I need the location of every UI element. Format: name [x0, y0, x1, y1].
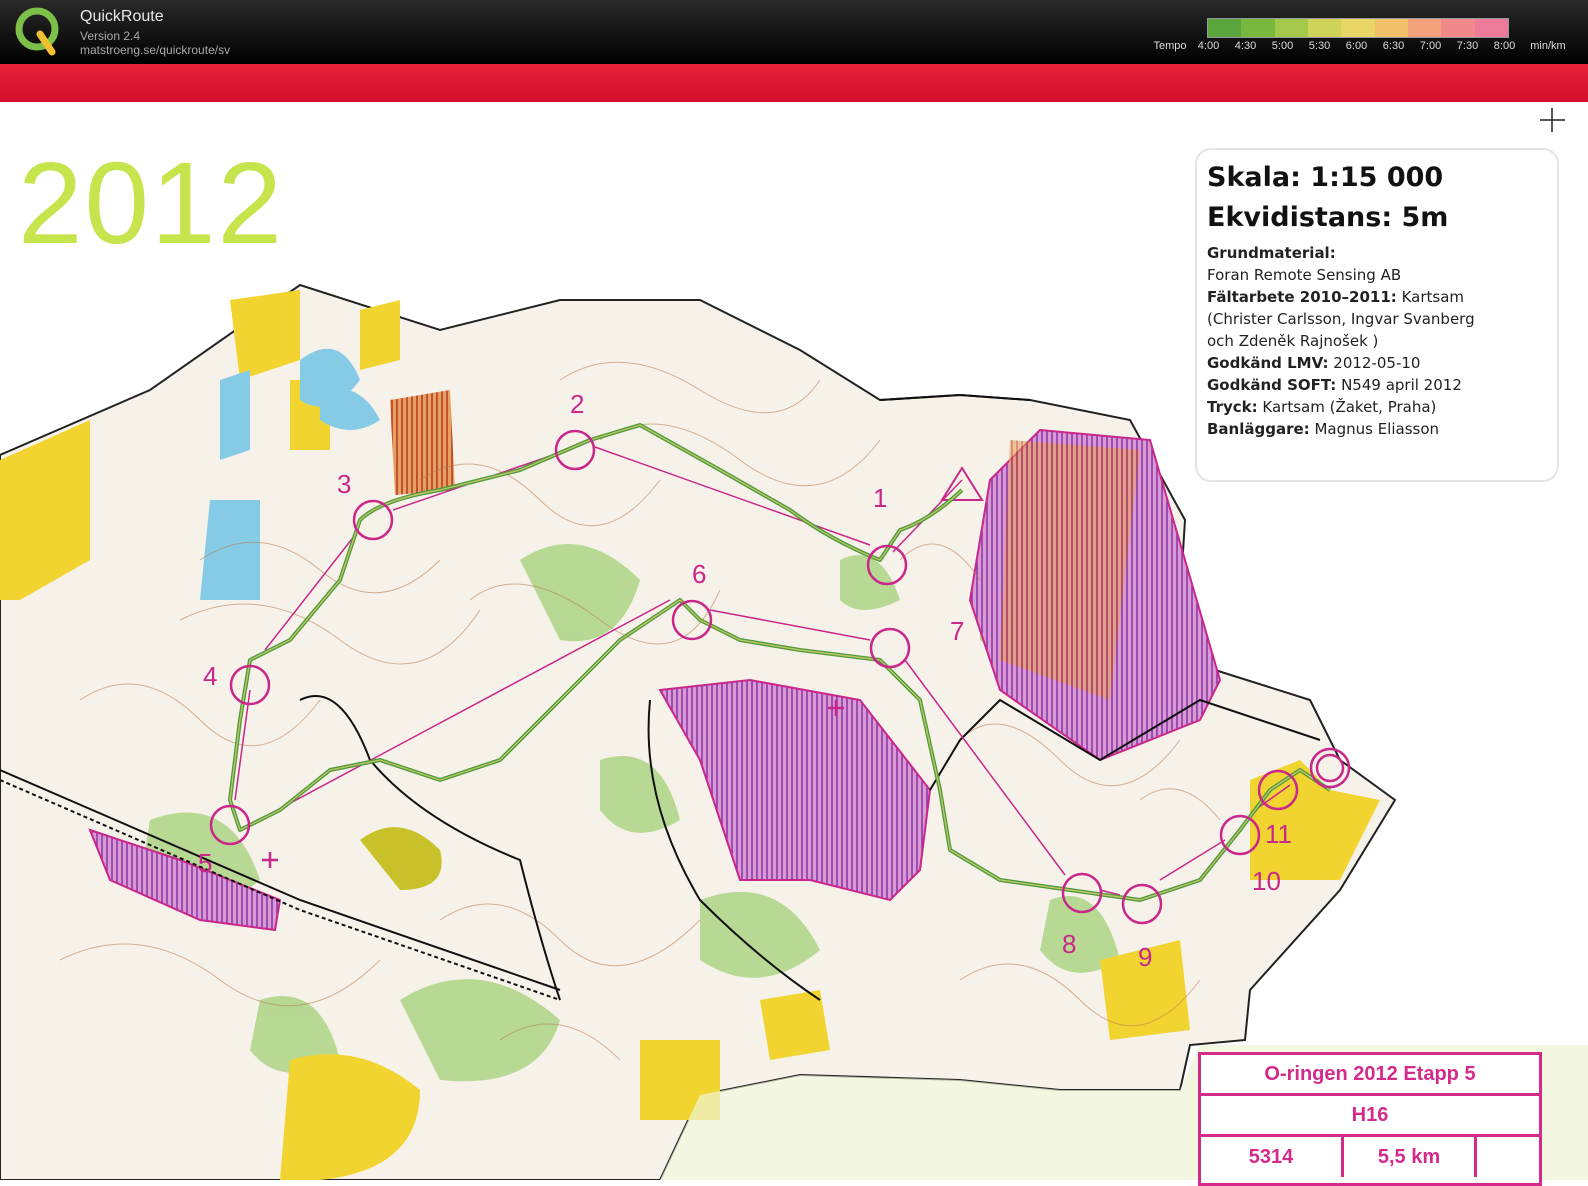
quickroute-logo-icon — [15, 7, 59, 56]
legend-line: Tryck: Kartsam (Žaket, Praha) — [1207, 398, 1437, 416]
control-number-6: 6 — [692, 559, 706, 589]
control-number-5: 5 — [198, 848, 212, 878]
legend-line: (Christer Carlsson, Ingvar Svanberg — [1207, 310, 1475, 328]
event-code: 5314 — [1201, 1137, 1344, 1177]
control-number-3: 3 — [337, 469, 351, 499]
control-number-9: 9 — [1138, 942, 1152, 972]
event-class: H16 — [1201, 1096, 1539, 1137]
tempo-color-swatch — [1341, 19, 1375, 37]
control-number-11: 11 — [1265, 819, 1292, 849]
tempo-label: Tempo — [1153, 40, 1187, 52]
control-number-8: 8 — [1062, 929, 1076, 959]
tempo-color-swatch — [1208, 19, 1242, 37]
tempo-unit: min/km — [1530, 40, 1566, 52]
tempo-tick: 6:00 — [1345, 40, 1368, 52]
tempo-color-swatch — [1374, 19, 1408, 37]
legend-line: Fältarbete 2010–2011: Kartsam — [1207, 288, 1464, 306]
tempo-color-swatch — [1407, 19, 1442, 37]
tempo-color-swatch — [1307, 19, 1342, 37]
control-number-10: 10 — [1252, 866, 1281, 896]
tempo-color-swatch — [1274, 19, 1308, 37]
tempo-color-swatch — [1474, 19, 1508, 37]
legend-line: och Zdeněk Rajnošek ) — [1207, 332, 1379, 350]
app-name: QuickRoute — [80, 8, 164, 25]
tempo-color-swatch — [1241, 19, 1275, 37]
tempo-color-swatch — [1441, 19, 1475, 37]
legend-scale: Skala: 1:15 000 — [1207, 162, 1444, 193]
tempo-tick: 5:30 — [1308, 40, 1331, 52]
control-number-7: 7 — [950, 616, 964, 646]
legend-contour: Ekvidistans: 5m — [1207, 202, 1449, 233]
tempo-tick: 5:00 — [1271, 40, 1294, 52]
legend-line: Grundmaterial: — [1207, 244, 1336, 262]
legend-line: Godkänd LMV: 2012-05-10 — [1207, 354, 1421, 372]
app-version: Version 2.4 — [80, 29, 141, 43]
map-red-border — [0, 64, 1588, 102]
tempo-tick: 7:00 — [1419, 40, 1442, 52]
event-title: O-ringen 2012 Etapp 5 — [1201, 1055, 1539, 1096]
event-length: 5,5 km — [1344, 1137, 1477, 1177]
control-number-1: 1 — [873, 483, 887, 513]
top-bar: QuickRoute Version 2.4 matstroeng.se/qui… — [0, 0, 1588, 64]
tempo-tick: 4:00 — [1197, 40, 1220, 52]
control-number-2: 2 — [570, 389, 584, 419]
event-info-box: O-ringen 2012 Etapp 5 H16 5314 5,5 km — [1198, 1052, 1542, 1186]
tempo-tick: 8:00 — [1493, 40, 1516, 52]
control-number-4: 4 — [203, 661, 217, 691]
app-url[interactable]: matstroeng.se/quickroute/sv — [80, 43, 230, 57]
tempo-scale-labels: Tempo 4:00 4:30 5:00 5:30 6:00 6:30 7:00… — [1150, 40, 1573, 52]
legend-line: Foran Remote Sensing AB — [1207, 266, 1402, 284]
legend-line: Godkänd SOFT: N549 april 2012 — [1207, 376, 1462, 394]
tempo-tick: 6:30 — [1382, 40, 1405, 52]
tempo-tick: 7:30 — [1456, 40, 1479, 52]
legend-line: Banläggare: Magnus Eliasson — [1207, 420, 1440, 438]
map-legend: Skala: 1:15 000 Ekvidistans: 5m Grundmat… — [1195, 148, 1559, 482]
forbidden-area — [390, 390, 455, 495]
map-year: 2012 — [18, 138, 285, 268]
tempo-tick: 4:30 — [1234, 40, 1257, 52]
tempo-color-scale — [1207, 18, 1509, 38]
